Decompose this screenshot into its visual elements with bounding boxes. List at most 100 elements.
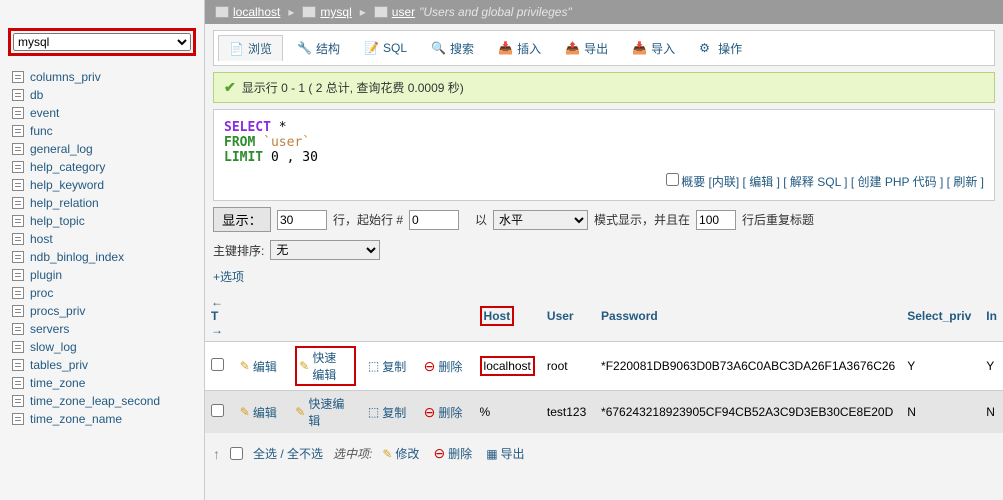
row-checkbox[interactable]: [211, 404, 224, 417]
sidebar-table-item[interactable]: host: [0, 230, 204, 248]
footer-actions: ↑ 全选 / 全不选 选中项: ✎修改 ⊖删除 ▦导出: [213, 439, 995, 468]
footer-export-button[interactable]: ▦导出: [486, 445, 524, 462]
sidebar-table-item[interactable]: general_log: [0, 140, 204, 158]
repeat-input[interactable]: [696, 210, 736, 230]
sort-icon[interactable]: ← T →: [211, 295, 223, 337]
table-icon: [12, 71, 24, 83]
col-host[interactable]: Host: [484, 309, 511, 323]
tab-label: 插入: [517, 40, 541, 57]
pk-select[interactable]: 无: [270, 240, 380, 260]
server-icon: [215, 6, 229, 18]
refresh-link[interactable]: 刷新: [953, 175, 977, 189]
tab-4[interactable]: 📥插入: [488, 35, 551, 61]
create-php-link[interactable]: 创建 PHP 代码: [858, 175, 937, 189]
explain-link[interactable]: 解释 SQL: [790, 175, 841, 189]
sidebar-table-item[interactable]: ndb_binlog_index: [0, 248, 204, 266]
sidebar-table-item[interactable]: help_topic: [0, 212, 204, 230]
sidebar-table-item[interactable]: time_zone_leap_second: [0, 392, 204, 410]
select-all-link[interactable]: 全选 / 全不选: [253, 445, 323, 462]
col-password[interactable]: Password: [595, 291, 901, 342]
tab-label: 结构: [316, 40, 340, 57]
table-icon: [12, 197, 24, 209]
table-icon: [12, 107, 24, 119]
row-checkbox[interactable]: [211, 358, 224, 371]
edit-button[interactable]: ✎编辑: [240, 404, 277, 421]
footer-edit-button[interactable]: ✎修改: [382, 445, 419, 462]
with-selected-label: 选中项:: [333, 445, 372, 462]
table-name: time_zone_leap_second: [30, 394, 160, 408]
breadcrumb-host[interactable]: localhost: [233, 5, 280, 19]
copy-button[interactable]: ⬚复制: [368, 404, 406, 421]
delete-button[interactable]: ⊖删除: [424, 404, 463, 421]
sidebar-table-item[interactable]: servers: [0, 320, 204, 338]
tab-1[interactable]: 🔧 结构: [287, 35, 350, 61]
options-toggle[interactable]: +选项: [213, 268, 995, 285]
sql-box: SELECT * FROM `user` LIMIT 0 , 30 概要 [内联…: [213, 109, 995, 201]
cell-user: test123: [541, 391, 595, 434]
table-name: help_topic: [30, 214, 85, 228]
table-name: host: [30, 232, 53, 246]
footer-delete-button[interactable]: ⊖删除: [433, 445, 472, 462]
sidebar-table-item[interactable]: slow_log: [0, 338, 204, 356]
cell-password: *676243218923905CF94CB52A3C9D3EB30CE8E20…: [595, 391, 901, 434]
table-name: help_relation: [30, 196, 99, 210]
sidebar-table-item[interactable]: func: [0, 122, 204, 140]
tab-icon: ⚙: [699, 41, 713, 55]
edit-button[interactable]: ✎编辑: [240, 358, 277, 375]
table-icon: [12, 125, 24, 137]
breadcrumb-table[interactable]: user: [392, 5, 415, 19]
show-button[interactable]: 显示：: [213, 207, 271, 232]
table-icon: [12, 377, 24, 389]
tab-icon: 🔧: [297, 41, 311, 55]
sidebar-table-item[interactable]: help_keyword: [0, 176, 204, 194]
sidebar-table-item[interactable]: columns_priv: [0, 68, 204, 86]
tab-6[interactable]: 📥导入: [622, 35, 685, 61]
export-icon: ▦: [486, 447, 497, 461]
sidebar-table-item[interactable]: time_zone: [0, 374, 204, 392]
quick-edit-button[interactable]: ✎快速编辑: [295, 395, 352, 429]
sidebar-table-item[interactable]: time_zone_name: [0, 410, 204, 428]
sidebar-table-item[interactable]: help_relation: [0, 194, 204, 212]
sidebar: mysql columns_privdbeventfuncgeneral_log…: [0, 0, 205, 500]
tab-2[interactable]: 📝SQL: [354, 35, 417, 61]
sql-links: 概要 [内联] [ 编辑 ] [ 解释 SQL ] [ 创建 PHP 代码 ] …: [224, 173, 984, 190]
up-arrow-icon: ↑: [213, 446, 220, 462]
tab-5[interactable]: 📤导出: [555, 35, 618, 61]
rows-input[interactable]: [277, 210, 327, 230]
pk-label: 主键排序:: [213, 242, 264, 259]
cell-host: localhost: [484, 359, 531, 373]
main-panel: localhost ▸ mysql ▸ user "Users and glob…: [205, 0, 1003, 500]
table-icon: [12, 269, 24, 281]
inline-link[interactable]: 内联: [712, 175, 736, 189]
tab-7[interactable]: ⚙操作: [689, 35, 752, 61]
tab-0[interactable]: 📄浏览: [218, 35, 283, 61]
tab-label: 浏览: [248, 40, 272, 57]
sidebar-table-item[interactable]: proc: [0, 284, 204, 302]
breadcrumb-db[interactable]: mysql: [320, 5, 351, 19]
col-select-priv[interactable]: Select_priv: [901, 291, 980, 342]
table-icon: [12, 359, 24, 371]
sidebar-table-item[interactable]: help_category: [0, 158, 204, 176]
quick-edit-button[interactable]: ✎快速编辑: [299, 349, 348, 383]
sidebar-table-item[interactable]: tables_priv: [0, 356, 204, 374]
sidebar-table-item[interactable]: event: [0, 104, 204, 122]
sidebar-table-item[interactable]: db: [0, 86, 204, 104]
sidebar-table-item[interactable]: plugin: [0, 266, 204, 284]
database-select[interactable]: mysql: [13, 33, 191, 51]
pencil-icon: ✎: [299, 359, 309, 373]
sidebar-table-item[interactable]: procs_priv: [0, 302, 204, 320]
col-in[interactable]: In: [980, 291, 1003, 342]
table-icon: [12, 251, 24, 263]
col-user[interactable]: User: [541, 291, 595, 342]
tab-icon: 📝: [364, 41, 378, 55]
delete-button[interactable]: ⊖删除: [424, 358, 463, 375]
copy-button[interactable]: ⬚复制: [368, 358, 406, 375]
select-all-checkbox[interactable]: [230, 447, 243, 460]
table-icon: [12, 395, 24, 407]
tab-label: 导入: [651, 40, 675, 57]
start-input[interactable]: [409, 210, 459, 230]
summary-checkbox[interactable]: [666, 173, 679, 186]
tab-3[interactable]: 🔍搜索: [421, 35, 484, 61]
mode-select[interactable]: 水平: [493, 210, 588, 230]
edit-link[interactable]: 编辑: [749, 175, 773, 189]
